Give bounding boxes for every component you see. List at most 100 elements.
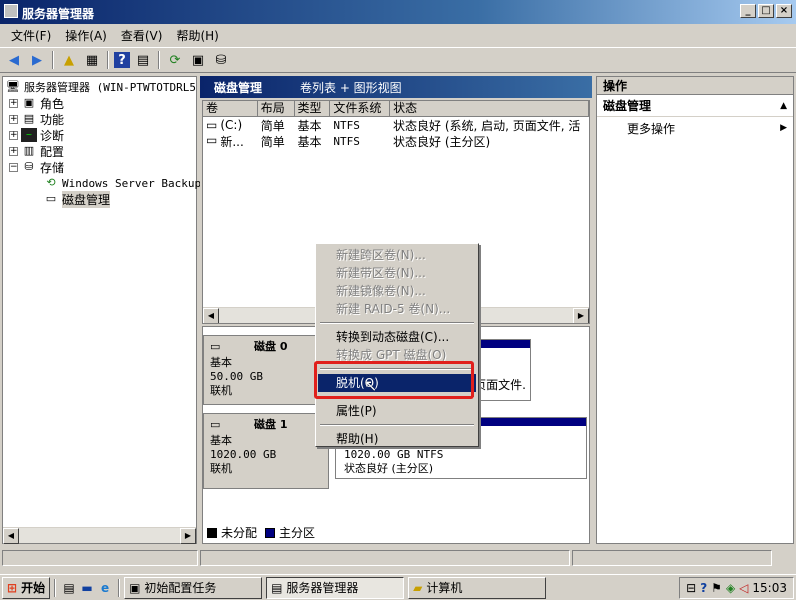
tree-item-windows-server-backup[interactable]: ⟲ Windows Server Backup	[43, 175, 201, 191]
navigation-tree: 🖥 服务器管理器 (WIN-PTWTOTDRL5 + ▣ 角色 + ▤ 功能 +…	[2, 76, 201, 544]
configuration-icon: ▥	[23, 144, 35, 157]
volume-list-header: 卷 布局 类型 文件系统 状态	[203, 101, 589, 117]
server-manager-icon	[4, 4, 18, 18]
task-computer[interactable]: ▰ 计算机	[408, 576, 547, 599]
menu-help[interactable]: 帮助(H)	[169, 27, 225, 44]
expand-icon[interactable]: +	[9, 146, 18, 156]
menu-item-new-raid5[interactable]: 新建 RAID-5 卷(N)...	[318, 300, 476, 318]
menu-separator	[320, 424, 474, 426]
storage-icon: ⛁	[24, 160, 34, 173]
menu-file[interactable]: 文件(F)	[4, 27, 58, 44]
taskbar: ⊞ 开始 ▤ ▬ e ▣ 初始配置任务 ▤ 服务器管理器 ▰ 计算机 ⊟ ? ⚑…	[0, 574, 796, 600]
menu-separator	[320, 396, 474, 398]
status-panel-1	[2, 550, 198, 566]
diagnostics-icon: ~	[21, 128, 37, 142]
menu-item-convert-gpt[interactable]: 转换成 GPT 磁盘(O)	[318, 346, 476, 364]
start-button[interactable]: ⊞ 开始	[2, 576, 51, 599]
status-panel-3	[572, 550, 772, 566]
tree-horizontal-scrollbar[interactable]: ◀ ▶	[3, 527, 196, 544]
help-icon[interactable]: ?	[114, 52, 130, 68]
server-icon: 🖥	[6, 80, 20, 93]
forward-icon[interactable]: ▶	[27, 50, 47, 70]
menu-action[interactable]: 操作(A)	[58, 27, 114, 44]
maximize-button[interactable]: □	[758, 4, 774, 18]
menu-view[interactable]: 查看(V)	[114, 27, 170, 44]
disk-0-label[interactable]: ▭ 磁盘 0 基本 50.00 GB 联机	[203, 335, 329, 405]
menu-item-help[interactable]: 帮助(H)	[318, 430, 476, 448]
menu-item-offline[interactable]: 脱机(O)	[318, 374, 476, 392]
menu-bar: 文件(F) 操作(A) 查看(V) 帮助(H)	[0, 24, 796, 46]
submenu-arrow-icon: ▶	[780, 123, 787, 133]
disk-tool-icon[interactable]: ⛁	[211, 50, 231, 70]
volume-icon[interactable]: ◁	[739, 581, 748, 595]
minimize-button[interactable]: _	[740, 4, 756, 18]
center-header: 磁盘管理 卷列表 + 图形视图	[200, 76, 592, 98]
table-row[interactable]: ▭ 新... 简单 基本 NTFS 状态良好 (主分区)	[203, 133, 589, 149]
drive-icon: ▭	[206, 132, 218, 147]
primary-partition-swatch	[265, 527, 276, 538]
up-folder-icon[interactable]: ▲	[59, 50, 79, 70]
flag-icon[interactable]: ⚑	[711, 581, 722, 595]
collapse-up-icon[interactable]: ▲	[780, 101, 787, 111]
more-actions[interactable]: 更多操作 ▶	[597, 117, 793, 139]
expand-icon[interactable]: +	[9, 114, 18, 124]
update-icon[interactable]: ◈	[726, 581, 735, 595]
refresh-icon[interactable]: ⟳	[165, 50, 185, 70]
clock[interactable]: 15:03	[752, 581, 787, 595]
scroll-right-icon[interactable]: ▶	[180, 528, 196, 544]
table-row[interactable]: ▭ (C:) 简单 基本 NTFS 状态良好 (系统, 启动, 页面文件, 活	[203, 117, 589, 133]
disk-management-icon: ▭	[45, 192, 57, 205]
view-mode: 卷列表 + 图形视图	[300, 80, 402, 95]
context-menu: 新建跨区卷(N)... 新建带区卷(N)... 新建镜像卷(N)... 新建 R…	[315, 243, 479, 447]
back-icon[interactable]: ◀	[4, 50, 24, 70]
column-layout[interactable]: 布局	[257, 101, 295, 117]
system-tray: ⊟ ? ⚑ ◈ ◁ 15:03	[679, 577, 794, 599]
task-initial-configuration[interactable]: ▣ 初始配置任务	[124, 576, 263, 599]
tree-item-storage[interactable]: − ⛁ 存储	[9, 159, 64, 175]
roles-icon: ▣	[23, 96, 35, 109]
expand-icon[interactable]: +	[9, 130, 18, 140]
column-volume[interactable]: 卷	[203, 101, 258, 117]
tree-item-diagnostics[interactable]: + ~ 诊断	[9, 127, 64, 143]
collapse-icon[interactable]: −	[9, 162, 18, 172]
center-title: 磁盘管理	[214, 80, 263, 95]
mouse-cursor-icon: ↖	[364, 376, 378, 395]
menu-item-properties[interactable]: 属性(P)	[318, 402, 476, 420]
scroll-right-icon[interactable]: ▶	[573, 308, 589, 323]
network-icon[interactable]: ⊟	[686, 581, 696, 595]
properties-icon[interactable]: ▣	[188, 50, 208, 70]
tree-item-features[interactable]: + ▤ 功能	[9, 111, 64, 127]
menu-item-new-mirrored[interactable]: 新建镜像卷(N)...	[318, 282, 476, 300]
tree-item-disk-management[interactable]: ▭ 磁盘管理	[43, 190, 111, 208]
column-status[interactable]: 状态	[390, 101, 589, 117]
task-server-manager[interactable]: ▤ 服务器管理器	[266, 576, 405, 599]
expand-icon[interactable]: +	[9, 98, 18, 108]
properties-pane-icon[interactable]: ▤	[133, 50, 153, 70]
column-type[interactable]: 类型	[294, 101, 331, 117]
scroll-left-icon[interactable]: ◀	[203, 308, 219, 323]
column-filesystem[interactable]: 文件系统	[330, 101, 391, 117]
show-tree-icon[interactable]: ▦	[82, 50, 102, 70]
menu-item-new-spanned[interactable]: 新建跨区卷(N)...	[318, 246, 476, 264]
tree-item-roles[interactable]: + ▣ 角色	[9, 95, 64, 111]
drive-icon: ▭	[206, 118, 218, 132]
server-manager-quicklaunch-icon[interactable]: ▤	[60, 579, 78, 597]
tree-root[interactable]: 🖥 服务器管理器 (WIN-PTWTOTDRL5	[5, 79, 196, 95]
actions-header: 操作	[597, 77, 793, 95]
powershell-icon[interactable]: ▬	[78, 579, 96, 597]
scroll-left-icon[interactable]: ◀	[3, 528, 19, 544]
menu-item-new-striped[interactable]: 新建带区卷(N)...	[318, 264, 476, 282]
disk-icon: ▭	[210, 340, 221, 353]
unallocated-swatch	[207, 527, 217, 538]
actions-section[interactable]: 磁盘管理 ▲	[597, 95, 793, 117]
close-button[interactable]: ×	[776, 4, 792, 18]
folder-icon: ▰	[413, 580, 423, 595]
help-tray-icon[interactable]: ?	[700, 581, 707, 595]
tree-item-configuration[interactable]: + ▥ 配置	[9, 143, 64, 159]
actions-pane: 操作 磁盘管理 ▲ 更多操作 ▶	[596, 76, 794, 544]
menu-separator	[320, 368, 474, 370]
disk-1-label[interactable]: ▭ 磁盘 1 基本 1020.00 GB 联机	[203, 413, 329, 489]
internet-explorer-icon[interactable]: e	[96, 579, 114, 597]
window-title: 服务器管理器	[22, 7, 95, 21]
menu-item-convert-dynamic[interactable]: 转换到动态磁盘(C)...	[318, 328, 476, 346]
